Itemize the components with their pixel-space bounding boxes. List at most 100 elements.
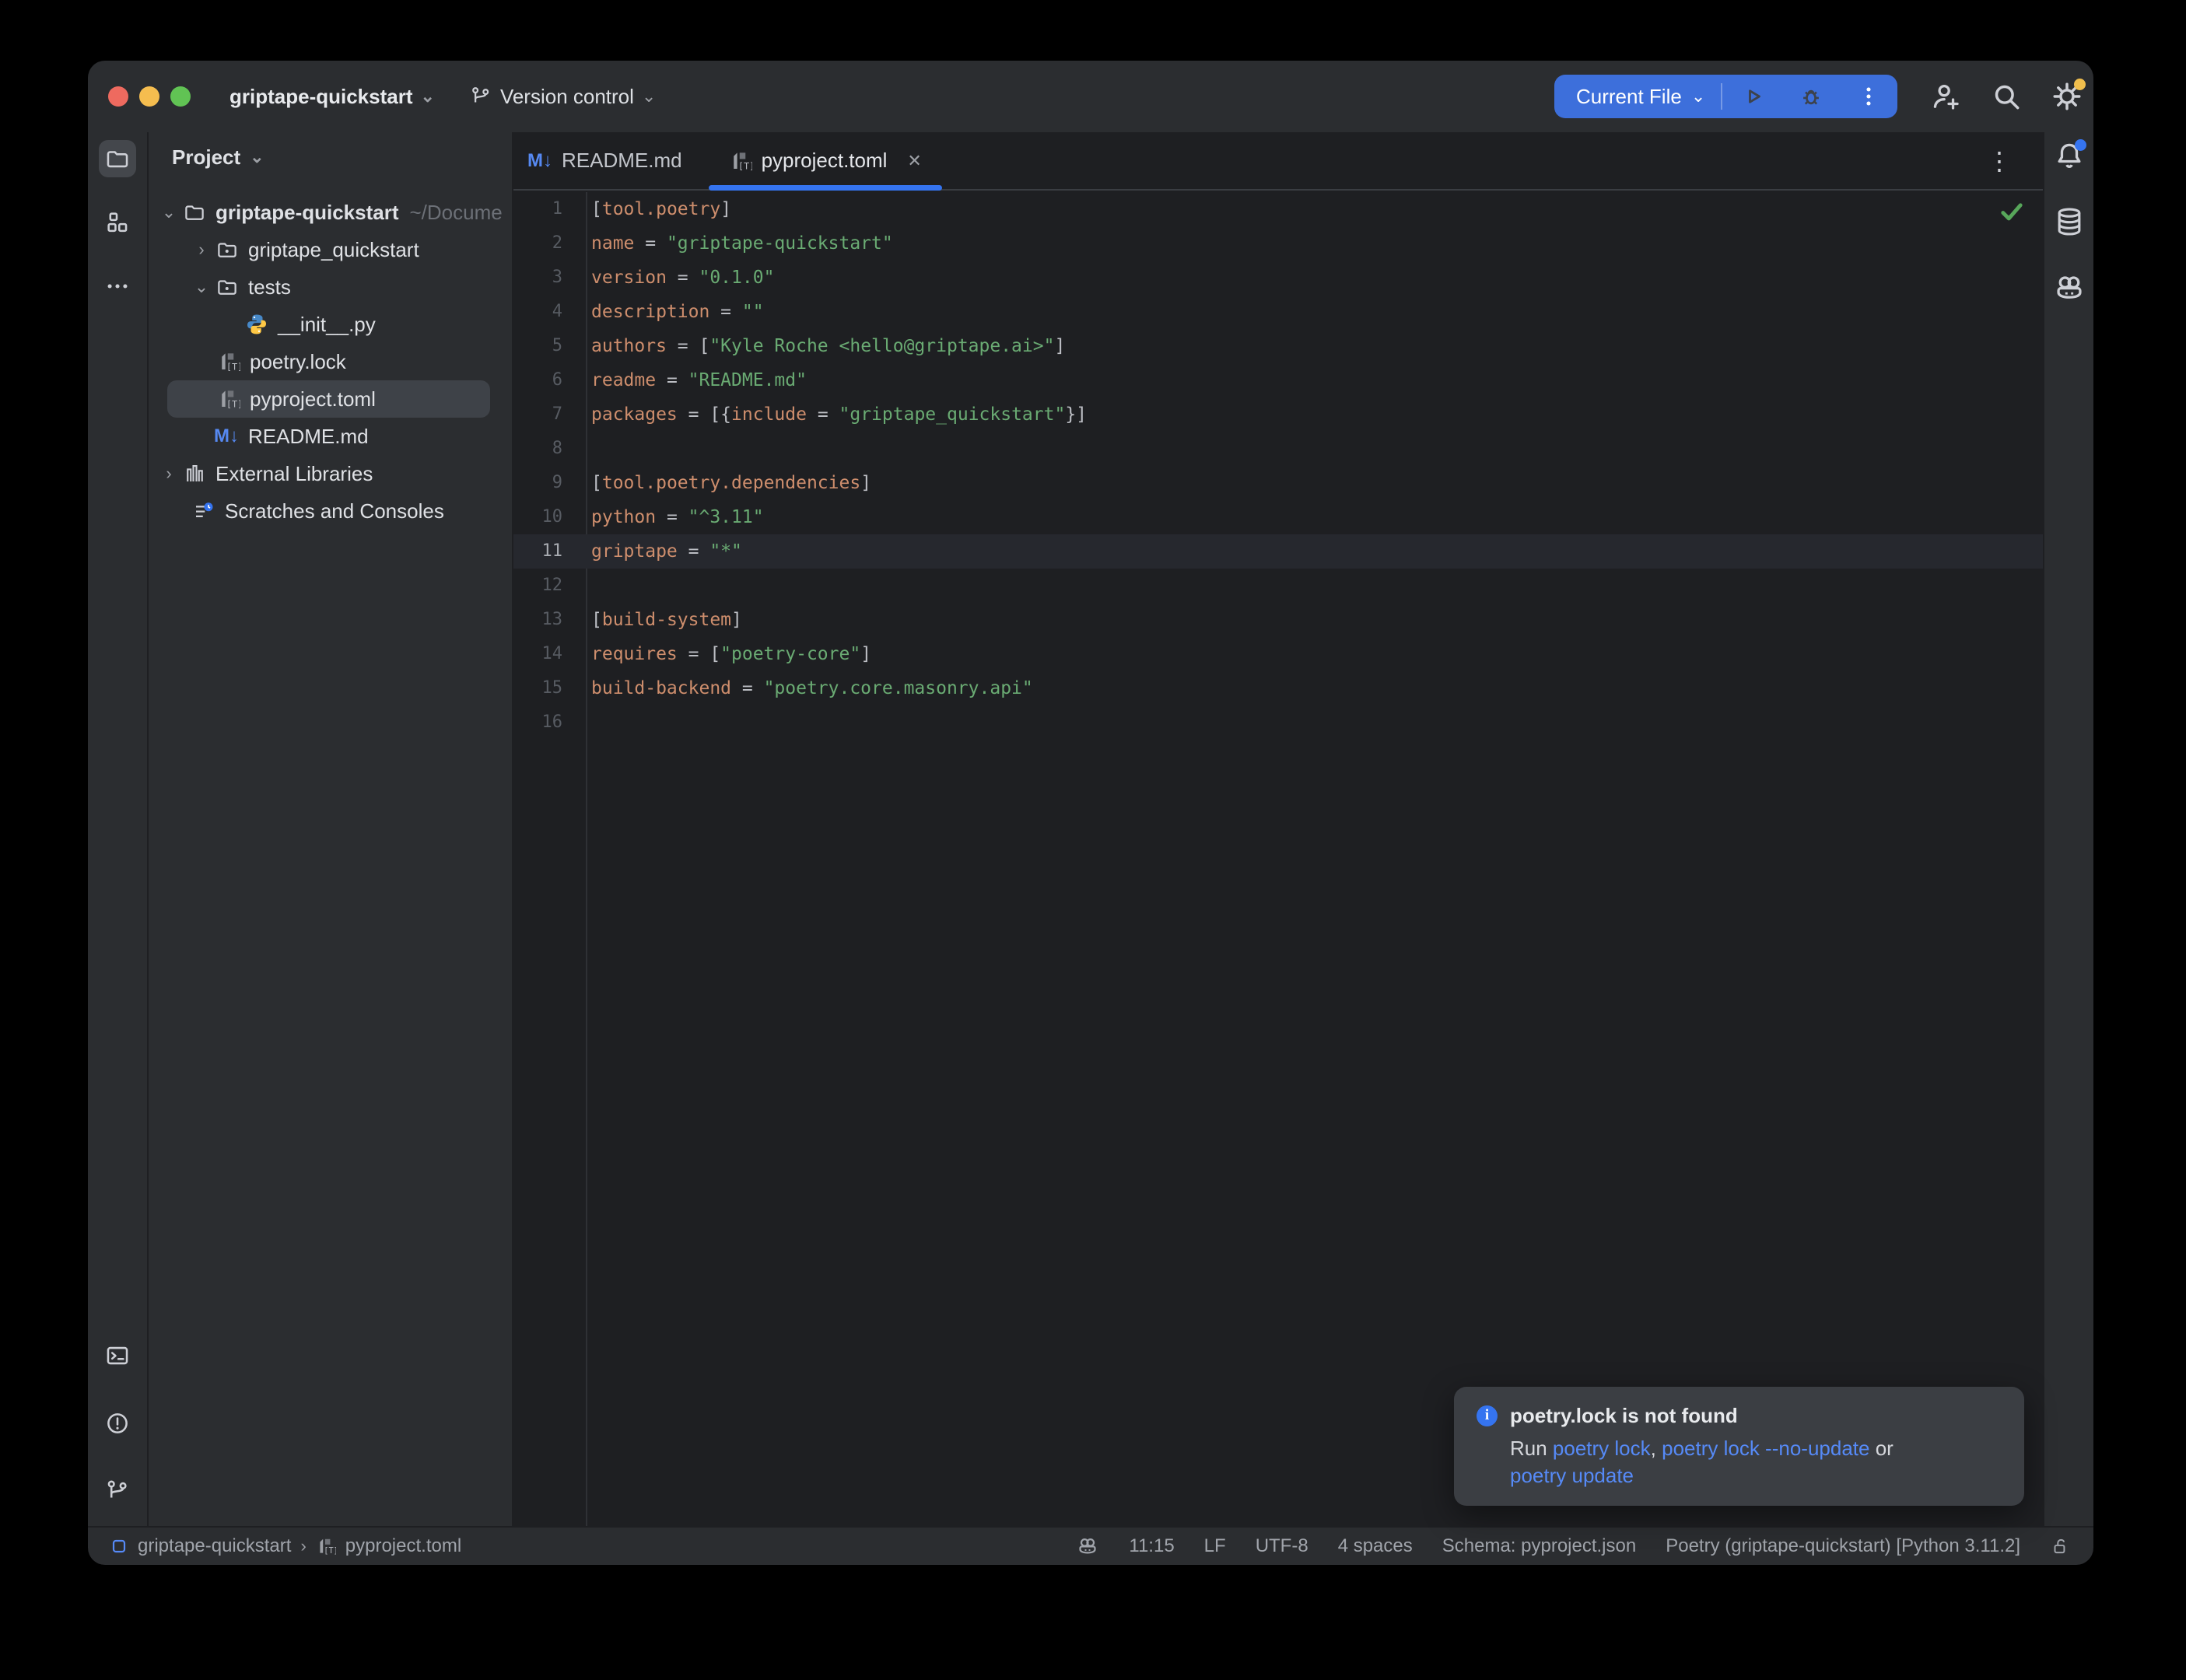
tab-options-kebab-icon[interactable]: ⋮: [1987, 146, 2012, 176]
unlocked-icon[interactable]: [2050, 1536, 2070, 1556]
caret-position[interactable]: 11:15: [1129, 1535, 1174, 1557]
indent-style[interactable]: 4 spaces: [1338, 1535, 1413, 1557]
project-square-icon: [110, 1537, 128, 1556]
python-interpreter[interactable]: Poetry (griptape-quickstart) [Python 3.1…: [1666, 1535, 2020, 1557]
more-icon: [104, 273, 131, 299]
notification-title: poetry.lock is not found: [1510, 1404, 1738, 1428]
project-panel-header[interactable]: Project ⌄: [149, 132, 512, 182]
ai-assistant-status-icon[interactable]: [1076, 1535, 1099, 1558]
chevron-down-icon: ⌄: [1691, 88, 1705, 105]
code-line[interactable]: 10python = "^3.11": [513, 500, 2043, 534]
tree-item-poetry-lock[interactable]: [T] poetry.lock: [149, 343, 512, 380]
tree-item-root[interactable]: ⌄ griptape-quickstart ~/Docume: [149, 194, 512, 231]
vcs-widget[interactable]: Version control ⌄: [469, 85, 656, 109]
tree-item-pyproject-toml[interactable]: [T] pyproject.toml: [167, 380, 490, 418]
svg-text:[T]: [T]: [226, 362, 240, 373]
chevron-down-icon[interactable]: ⌄: [187, 278, 215, 296]
code-text: build-backend = "poetry.core.masonry.api…: [586, 671, 1033, 705]
notification-balloon: i poetry.lock is not found Run poetry lo…: [1454, 1387, 2024, 1506]
line-separator[interactable]: LF: [1204, 1535, 1226, 1557]
add-user-icon[interactable]: [1929, 79, 1963, 114]
minimize-window-button[interactable]: [139, 86, 159, 107]
code-line[interactable]: 9[tool.poetry.dependencies]: [513, 466, 2043, 500]
settings-gear-icon[interactable]: [2050, 79, 2084, 114]
run-configuration-pill[interactable]: Current File ⌄: [1554, 75, 1897, 118]
source-folder-icon: [215, 275, 239, 299]
tree-item-init-py[interactable]: __init__.py: [149, 306, 512, 343]
tree-item-scratches[interactable]: Scratches and Consoles: [149, 492, 512, 530]
version-control-tool-button[interactable]: [99, 1472, 136, 1510]
tree-item-path: ~/Docume: [410, 201, 503, 225]
file-encoding[interactable]: UTF-8: [1256, 1535, 1308, 1557]
line-number: 3: [513, 261, 586, 295]
schema-selector[interactable]: Schema: pyproject.json: [1442, 1535, 1636, 1557]
tab-label: README.md: [562, 149, 682, 173]
close-tab-icon[interactable]: ✕: [907, 151, 921, 171]
poetry-update-link[interactable]: poetry update: [1510, 1464, 1634, 1487]
code-line[interactable]: 14requires = ["poetry-core"]: [513, 637, 2043, 671]
code-editor[interactable]: 1[tool.poetry]2name = "griptape-quicksta…: [513, 192, 2043, 1526]
run-config-label: Current File: [1576, 85, 1682, 109]
tab-pyproject[interactable]: [T] pyproject.toml ✕: [709, 132, 942, 189]
tree-item-readme[interactable]: M↓ README.md: [149, 418, 512, 455]
toml-file-icon: [T]: [217, 350, 240, 373]
project-panel-title: Project: [172, 145, 240, 170]
poetry-lock-no-update-link[interactable]: poetry lock --no-update: [1662, 1437, 1869, 1460]
search-icon[interactable]: [1989, 79, 2023, 114]
tree-item-label: __init__.py: [278, 313, 376, 337]
chevron-right-icon[interactable]: ›: [155, 465, 183, 482]
code-line[interactable]: 13[build-system]: [513, 603, 2043, 637]
tree-item-label: README.md: [248, 425, 369, 449]
breadcrumb-project[interactable]: griptape-quickstart: [138, 1535, 291, 1557]
code-text: [586, 432, 591, 466]
tab-readme[interactable]: M↓ README.md: [513, 132, 709, 189]
chevron-down-icon[interactable]: ⌄: [155, 204, 183, 221]
poetry-lock-link[interactable]: poetry lock: [1553, 1437, 1651, 1460]
code-line[interactable]: 6readme = "README.md": [513, 363, 2043, 397]
debug-icon[interactable]: [1797, 82, 1825, 110]
python-file-icon: [245, 313, 268, 336]
project-tool-button[interactable]: [99, 140, 136, 177]
code-line[interactable]: 8: [513, 432, 2043, 466]
line-number: 12: [513, 569, 586, 603]
line-number: 6: [513, 363, 586, 397]
more-run-options-icon[interactable]: [1855, 82, 1883, 110]
right-tool-stripe: [2043, 132, 2093, 1526]
code-line[interactable]: 12: [513, 569, 2043, 603]
code-line[interactable]: 3version = "0.1.0": [513, 261, 2043, 295]
toml-file-icon: [T]: [729, 149, 752, 173]
code-line[interactable]: 2name = "griptape-quickstart": [513, 226, 2043, 261]
database-icon[interactable]: [2052, 205, 2086, 239]
notifications-bell-icon[interactable]: [2052, 138, 2086, 173]
code-line[interactable]: 16: [513, 705, 2043, 740]
structure-tool-button[interactable]: [99, 204, 136, 241]
ai-assistant-icon[interactable]: [2052, 271, 2086, 305]
tree-item-external-libraries[interactable]: › External Libraries: [149, 455, 512, 492]
zoom-window-button[interactable]: [170, 86, 191, 107]
chevron-right-icon: ›: [300, 1538, 306, 1555]
code-line[interactable]: 4description = "": [513, 295, 2043, 329]
terminal-tool-button[interactable]: [99, 1337, 136, 1374]
tree-item-package[interactable]: › griptape_quickstart: [149, 231, 512, 268]
notification-text: or: [1869, 1437, 1893, 1460]
breadcrumb-file[interactable]: pyproject.toml: [345, 1535, 461, 1557]
code-line[interactable]: 15build-backend = "poetry.core.masonry.a…: [513, 671, 2043, 705]
project-panel: Project ⌄ ⌄ griptape-quickstart ~/Docume…: [149, 132, 513, 1526]
close-window-button[interactable]: [108, 86, 128, 107]
breadcrumb: griptape-quickstart › [T] pyproject.toml: [110, 1535, 461, 1557]
more-tool-windows-button[interactable]: [99, 268, 136, 305]
tree-item-tests[interactable]: ⌄ tests: [149, 268, 512, 306]
divider: [1721, 83, 1722, 110]
code-text: [build-system]: [586, 603, 742, 637]
chevron-right-icon[interactable]: ›: [187, 241, 215, 258]
structure-icon: [104, 209, 131, 236]
run-icon[interactable]: [1739, 82, 1767, 110]
code-line[interactable]: 5authors = ["Kyle Roche <hello@griptape.…: [513, 329, 2043, 363]
problems-tool-button[interactable]: [99, 1405, 136, 1442]
code-line[interactable]: 11griptape = "*": [513, 534, 2043, 569]
code-text: description = "": [586, 295, 764, 329]
code-line[interactable]: 7packages = [{include = "griptape_quicks…: [513, 397, 2043, 432]
code-line[interactable]: 1[tool.poetry]: [513, 192, 2043, 226]
project-widget[interactable]: griptape-quickstart ⌄: [229, 85, 435, 109]
svg-text:[T]: [T]: [226, 399, 240, 410]
